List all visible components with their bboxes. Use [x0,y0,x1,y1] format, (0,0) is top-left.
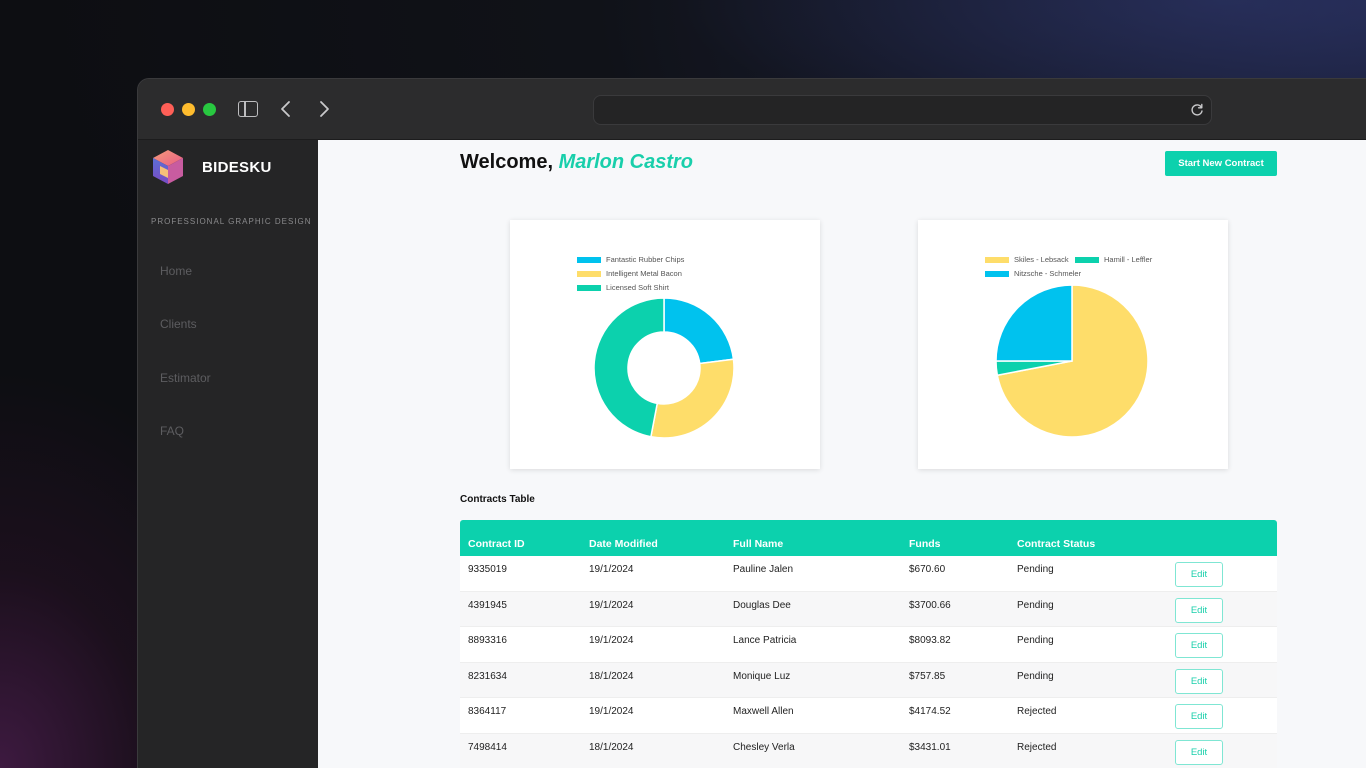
cell-date-modified: 19/1/2024 [589,706,634,718]
sidebar-item-faq[interactable]: FAQ [160,424,184,438]
cell-funds: $4174.52 [909,706,951,718]
contracts-table: Contract ID Date Modified Full Name Fund… [460,520,1277,768]
edit-button[interactable]: Edit [1175,704,1223,730]
address-bar[interactable] [593,95,1212,125]
sidebar-toggle-icon[interactable] [238,101,258,117]
forward-arrow-icon[interactable] [316,99,332,119]
sidebar: BIDESKU PROFESSIONAL GRAPHIC DESIGN Home… [138,140,318,768]
doughnut-chart [593,297,735,439]
cell-full-name: Lance Patricia [733,635,797,647]
browser-titlebar [138,79,1366,140]
cell-full-name: Chesley Verla [733,741,795,753]
sidebar-item-home[interactable]: Home [160,264,192,278]
column-header-funds[interactable]: Funds [909,538,941,550]
browser-window: BIDESKU PROFESSIONAL GRAPHIC DESIGN Home… [137,78,1366,768]
cell-full-name: Douglas Dee [733,599,791,611]
welcome-prefix: Welcome, [460,151,553,173]
table-row: 7498414 18/1/2024 Chesley Verla $3431.01 Rej… [460,733,1277,768]
back-arrow-icon[interactable] [278,99,294,119]
cell-funds: $3431.01 [909,741,951,753]
cell-date-modified: 19/1/2024 [589,564,634,575]
edit-button[interactable]: Edit [1175,739,1223,765]
cell-contract-id: 4391945 [468,599,507,611]
minimize-window-button[interactable] [182,103,195,116]
chart-slice[interactable] [663,297,735,365]
brand-logo-icon [153,150,183,184]
table-row: 8893316 19/1/2024 Lance Patricia $8093.82 Pe… [460,627,1277,663]
page-title: Welcome, Marlon Castro [460,151,693,174]
cell-date-modified: 19/1/2024 [589,635,634,647]
table-body: 9335019 19/1/2024 Pauline Jalen $670.60 Pend… [460,556,1277,768]
close-window-button[interactable] [161,103,174,116]
reload-icon[interactable] [1189,102,1205,118]
cell-full-name: Pauline Jalen [733,564,794,575]
page-content: BIDESKU PROFESSIONAL GRAPHIC DESIGN Home… [138,140,1366,768]
cell-funds: $757.85 [909,670,946,682]
cell-contract-status: Rejected [1017,706,1057,718]
cell-contract-id: 7498414 [468,741,507,753]
pie-chart [995,284,1149,438]
start-new-contract-button[interactable]: Start New Contract [1165,151,1277,176]
main-panel: Welcome, Marlon Castro Start New Contrac… [318,140,1366,768]
table-row: 8364117 19/1/2024 Maxwell Allen $4174.52 Rej… [460,698,1277,734]
brand[interactable]: BIDESKU [150,148,272,186]
table-header: Contract ID Date Modified Full Name Fund… [460,520,1277,556]
chart-slice[interactable] [650,358,735,439]
edit-button[interactable]: Edit [1175,597,1223,623]
contracts-table-title: Contracts Table [460,494,535,505]
user-name: Marlon Castro [558,151,694,173]
brand-name: BIDESKU [202,158,272,176]
cell-contract-id: 8364117 [468,706,507,718]
chart-slice[interactable] [593,297,665,438]
cell-contract-status: Pending [1017,599,1054,611]
edit-button[interactable]: Edit [1175,668,1223,694]
edit-button[interactable]: Edit [1175,633,1223,659]
sidebar-item-clients[interactable]: Clients [160,317,197,331]
edit-button[interactable]: Edit [1175,562,1223,587]
sidebar-item-estimator[interactable]: Estimator [160,371,211,385]
cell-funds: $3700.66 [909,599,951,611]
maximize-window-button[interactable] [203,103,216,116]
cell-funds: $8093.82 [909,635,951,647]
table-row: 9335019 19/1/2024 Pauline Jalen $670.60 Pend… [460,556,1277,592]
cell-funds: $670.60 [909,564,946,575]
column-header-date-modified[interactable]: Date Modified [589,538,658,550]
cell-date-modified: 19/1/2024 [589,599,634,611]
cell-contract-id: 8231634 [468,670,507,682]
cell-full-name: Monique Luz [733,670,791,682]
cell-contract-id: 8893316 [468,635,507,647]
cell-contract-status: Rejected [1017,741,1057,753]
cell-full-name: Maxwell Allen [733,706,794,718]
doughnut-chart-card: Fantastic Rubber Chips Intelligent Metal … [510,220,820,469]
column-header-full-name[interactable]: Full Name [733,538,783,550]
brand-tagline: PROFESSIONAL GRAPHIC DESIGN [151,217,312,226]
cell-contract-status: Pending [1017,564,1054,575]
table-row: 4391945 19/1/2024 Douglas Dee $3700.66 Pendi… [460,591,1277,628]
column-header-contract-id[interactable]: Contract ID [468,538,525,550]
cell-contract-status: Pending [1017,635,1054,647]
cell-contract-status: Pending [1017,670,1054,682]
chart-slice[interactable] [995,284,1073,362]
cell-date-modified: 18/1/2024 [589,670,634,682]
column-header-contract-status[interactable]: Contract Status [1017,538,1095,550]
cell-date-modified: 18/1/2024 [589,741,634,753]
table-row: 8231634 18/1/2024 Monique Luz $757.85 Pendin… [460,662,1277,699]
cell-contract-id: 9335019 [468,564,507,575]
pie-chart-card: Skiles - Lebsack Hamill - Leffler Nitzsche… [918,220,1228,469]
